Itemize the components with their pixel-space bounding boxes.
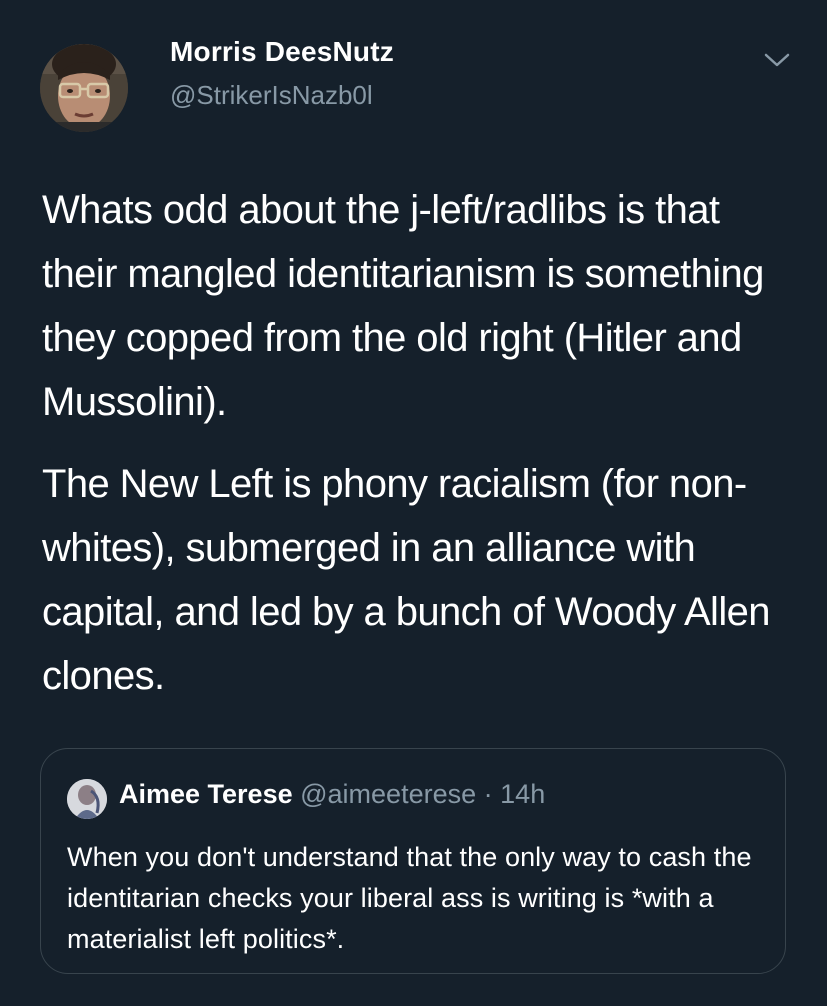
- quoted-tweet-text: When you don't understand that the only …: [67, 842, 752, 954]
- quoted-author-name[interactable]: Aimee Terese: [119, 779, 293, 809]
- tweet: Morris DeesNutz @StrikerIsNazb0l Whats o…: [0, 0, 827, 1006]
- tweet-body: Whats odd about the j-left/radlibs is th…: [42, 178, 802, 726]
- author-avatar[interactable]: [40, 44, 128, 132]
- quoted-author-handle[interactable]: @aimeeterese: [300, 779, 476, 809]
- chevron-down-icon[interactable]: [762, 48, 792, 72]
- quoted-tweet-avatar[interactable]: [67, 779, 107, 819]
- quoted-tweet[interactable]: Aimee Terese @aimeeterese · 14h When you…: [40, 748, 786, 974]
- author-handle[interactable]: @StrikerIsNazb0l: [170, 80, 373, 111]
- quoted-avatar-image: [67, 779, 107, 819]
- quoted-tweet-header: Aimee Terese @aimeeterese · 14h: [119, 779, 545, 810]
- tweet-paragraph: The New Left is phony racialism (for non…: [42, 462, 771, 698]
- tweet-paragraph: Whats odd about the j-left/radlibs is th…: [42, 188, 764, 424]
- author-name[interactable]: Morris DeesNutz: [170, 36, 394, 68]
- header-separator: ·: [483, 779, 493, 809]
- quoted-tweet-timestamp[interactable]: 14h: [500, 779, 545, 809]
- author-avatar-image: [40, 44, 128, 132]
